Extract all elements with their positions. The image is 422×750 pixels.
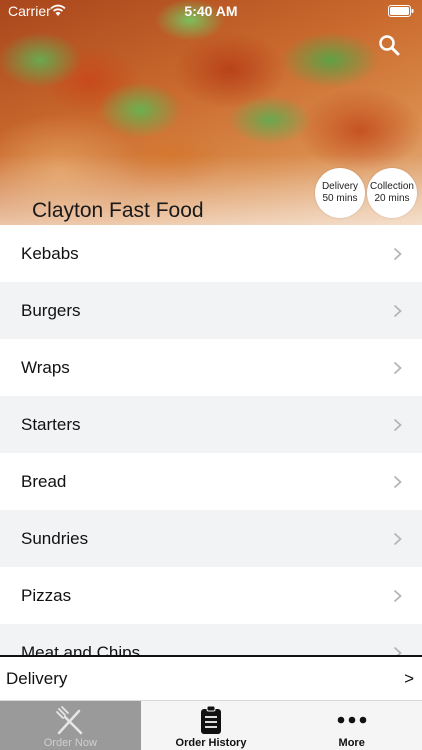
battery-icon <box>388 5 414 17</box>
status-bar: Carrier 5:40 AM <box>0 0 422 22</box>
tab-label: More <box>338 737 365 749</box>
menu-item-label: Sundries <box>21 528 89 548</box>
menu-item-pizzas[interactable]: Pizzas <box>0 567 422 624</box>
tab-more[interactable]: More <box>281 701 422 750</box>
menu-item-bread[interactable]: Bread <box>0 453 422 510</box>
collection-badge-label: Collection <box>370 181 414 192</box>
chevron-right-icon <box>393 646 402 655</box>
menu-item-label: Kebabs <box>21 243 79 263</box>
tab-order-now[interactable]: Order Now <box>0 701 141 750</box>
more-dots-icon <box>337 716 366 724</box>
menu-item-label: Starters <box>21 414 81 434</box>
menu-item-label: Burgers <box>21 300 81 320</box>
order-type-selector[interactable]: Delivery > <box>0 655 422 700</box>
delivery-time-badge: Delivery 50 mins <box>315 168 365 218</box>
status-time: 5:40 AM <box>184 3 238 19</box>
collection-badge-time: 20 mins <box>374 193 410 204</box>
chevron-right-icon <box>393 247 402 260</box>
menu-item-wraps[interactable]: Wraps <box>0 339 422 396</box>
menu-item-label: Pizzas <box>21 585 72 605</box>
menu-item-meat-and-chips[interactable]: Meat and Chips <box>0 624 422 655</box>
search-icon[interactable] <box>378 34 400 56</box>
chevron-right-icon <box>393 475 402 488</box>
delivery-badge-time: 50 mins <box>322 193 358 204</box>
menu-item-label: Meat and Chips <box>21 642 141 656</box>
order-type-label: Delivery <box>6 668 68 688</box>
menu-item-kebabs[interactable]: Kebabs <box>0 225 422 282</box>
chevron-right-icon <box>393 532 402 545</box>
tab-label: Order History <box>175 737 247 749</box>
menu-item-burgers[interactable]: Burgers <box>0 282 422 339</box>
tab-order-history[interactable]: Order History <box>141 701 282 750</box>
menu-category-list: Kebabs Burgers Wraps Starters Bread Sund… <box>0 225 422 655</box>
restaurant-name: Clayton Fast Food <box>32 199 204 222</box>
chevron-right-icon <box>393 304 402 317</box>
tab-bar: Order Now Order History More <box>0 700 422 750</box>
menu-item-sundries[interactable]: Sundries <box>0 510 422 567</box>
tab-label: Order Now <box>43 737 97 749</box>
menu-item-starters[interactable]: Starters <box>0 396 422 453</box>
menu-item-label: Wraps <box>21 357 70 377</box>
chevron-right-icon <box>393 418 402 431</box>
delivery-badge-label: Delivery <box>321 181 359 192</box>
clipboard-icon <box>201 705 221 734</box>
chevron-right-icon <box>393 361 402 374</box>
fork-knife-icon <box>56 706 83 735</box>
chevron-right-icon <box>393 589 402 602</box>
collection-time-badge: Collection 20 mins <box>367 168 417 218</box>
order-type-arrow: > <box>404 668 414 688</box>
menu-item-label: Bread <box>21 471 67 491</box>
